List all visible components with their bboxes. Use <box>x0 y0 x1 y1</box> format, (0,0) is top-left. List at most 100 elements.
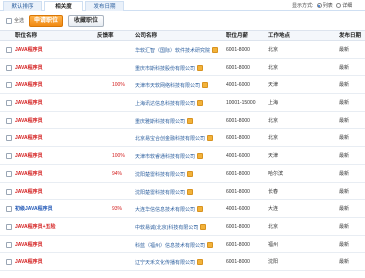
company-name: 中软易诚(北京)科技有限公司 <box>135 224 199 231</box>
detail-view-radio[interactable] <box>336 3 342 8</box>
job-title-link[interactable]: JAVA程序员 <box>15 189 43 195</box>
company-name: 辽宁天禾文化传播有限公司 <box>135 260 196 267</box>
display-mode-label: 显示方式: <box>292 3 314 9</box>
table-row: 初级JAVA程序员 93% 大连华信信息技术有限公司 4001-6000 大连 最新 <box>0 200 365 218</box>
company-link[interactable]: 中软易诚(北京)科技有限公司 <box>135 223 207 231</box>
salary: 10001-15000 <box>226 100 256 107</box>
table-row: JAVA程序员 科蓝（福州）信息技术有限公司 6001-8000 福州 最新 <box>0 236 365 254</box>
company-link[interactable]: 天津市软睿通科技有限公司 <box>135 153 204 160</box>
salary: 6001-8000 <box>226 223 250 230</box>
table-row: JAVA程序员 华软汇智（国际）软件技术研究院 6001-8000 北京 最新 <box>0 41 365 59</box>
row-checkbox[interactable] <box>6 241 12 248</box>
publish-date: 最新 <box>339 100 350 107</box>
company-link[interactable]: 大连华信信息技术有限公司 <box>135 206 204 214</box>
job-title-link[interactable]: JAVA程序员 <box>15 242 43 248</box>
row-checkbox[interactable] <box>6 259 12 266</box>
publish-date: 最新 <box>339 206 350 213</box>
col-publish-date: 发布日期 <box>339 33 362 39</box>
location: 长春 <box>268 188 279 195</box>
verified-badge-icon <box>187 170 194 177</box>
row-checkbox[interactable] <box>6 64 12 71</box>
tab-default-sort[interactable]: 默认排序 <box>3 1 42 11</box>
location: 北京 <box>268 64 279 71</box>
row-checkbox[interactable] <box>6 153 12 160</box>
salary: 4001-6000 <box>226 206 250 213</box>
row-checkbox[interactable] <box>6 117 12 124</box>
company-name: 天津市天软网络科技有限公司 <box>135 83 201 90</box>
company-link[interactable]: 科蓝（福州）信息技术有限公司 <box>135 241 214 249</box>
publish-date: 最新 <box>339 135 350 142</box>
job-title-link[interactable]: JAVA程序员 <box>15 259 43 265</box>
row-checkbox[interactable] <box>6 100 12 107</box>
salary: 6001-8000 <box>226 259 250 266</box>
salary: 6001-8000 <box>226 170 250 177</box>
company-link[interactable]: 上海讯达信息科技有限公司 <box>135 100 204 108</box>
company-link[interactable]: 重庆雅斯科技有限公司 <box>135 117 194 125</box>
publish-date: 最新 <box>339 223 350 230</box>
job-title-link[interactable]: JAVA程序员 <box>15 47 43 53</box>
company-name: 上海讯达信息科技有限公司 <box>135 101 196 108</box>
salary: 6001-8000 <box>226 135 250 142</box>
company-link[interactable]: 天津市天软网络科技有限公司 <box>135 82 209 90</box>
row-checkbox[interactable] <box>6 82 12 89</box>
job-title-link[interactable]: JAVA程序员 <box>15 65 43 71</box>
apply-job-button[interactable]: 申请职位 <box>29 15 63 27</box>
display-mode: 显示方式: 列表 详细 <box>292 2 352 9</box>
company-link[interactable]: 沈阳楚雷科技有限公司 <box>135 188 194 196</box>
row-checkbox[interactable] <box>6 170 12 177</box>
publish-date: 最新 <box>339 188 350 195</box>
row-checkbox[interactable] <box>6 188 12 195</box>
location: 北京 <box>268 47 279 53</box>
company-link[interactable]: 华软汇智（国际）软件技术研究院 <box>135 47 219 54</box>
salary: 6001-8000 <box>226 117 250 124</box>
job-list: JAVA程序员 华软汇智（国际）软件技术研究院 6001-8000 北京 最新 JAVA程… <box>0 41 365 271</box>
publish-date: 最新 <box>339 82 350 89</box>
verified-badge-icon <box>202 82 209 89</box>
job-title-link[interactable]: JAVA程序员 <box>15 171 43 177</box>
sort-tab-bar: 默认排序 相关度 发布日期 显示方式: 列表 详细 <box>0 0 365 11</box>
row-checkbox[interactable] <box>6 47 12 53</box>
location: 沈阳 <box>268 259 279 266</box>
tab-publish-date[interactable]: 发布日期 <box>85 1 124 11</box>
location: 天津 <box>268 153 279 160</box>
table-row: JAVA程序员 100% 天津市天软网络科技有限公司 4001-6000 天津 最新 <box>0 76 365 95</box>
table-row: JAVA程序员 重庆雅斯科技有限公司 6001-8000 北京 最新 <box>0 112 365 130</box>
job-title-link[interactable]: JAVA程序员 <box>15 135 43 141</box>
publish-date: 最新 <box>339 117 350 124</box>
tab-relevance[interactable]: 相关度 <box>44 1 83 11</box>
company-name: 沈阳楚雷科技有限公司 <box>135 189 186 196</box>
job-title-link[interactable]: JAVA程序员+五险 <box>15 224 56 230</box>
job-title-link[interactable]: JAVA程序员 <box>15 100 43 106</box>
list-view-radio[interactable] <box>316 3 322 8</box>
company-link[interactable]: 辽宁天禾文化传播有限公司 <box>135 259 204 267</box>
location: 北京 <box>268 117 279 124</box>
verified-badge-icon <box>197 259 204 266</box>
table-row: JAVA程序员 上海讯达信息科技有限公司 10001-15000 上海 最新 <box>0 94 365 112</box>
list-view-label: 列表 <box>322 3 333 9</box>
job-title-link[interactable]: 初级JAVA程序员 <box>15 206 53 212</box>
table-header: 职位名称 反馈率 公司名称 职位月薪 工作地点 发布日期 <box>0 30 365 41</box>
table-row: JAVA程序员 94% 沈阳楚雷科技有限公司 6001-8000 哈尔滨 最新 <box>0 165 365 183</box>
row-checkbox[interactable] <box>6 206 12 213</box>
job-title-link[interactable]: JAVA程序员 <box>15 118 43 124</box>
location: 北京 <box>268 135 279 142</box>
col-job-title: 职位名称 <box>15 33 38 39</box>
select-all-checkbox[interactable] <box>6 18 12 24</box>
company-link[interactable]: 沈阳楚雷科技有限公司 <box>135 170 194 178</box>
company-link[interactable]: 北京易宝合创金融科技有限公司 <box>135 135 214 142</box>
company-link[interactable]: 重庆市斯科技股份有限公司 <box>135 64 204 72</box>
feedback-rate: 100% <box>112 153 125 160</box>
salary: 4001-6000 <box>226 82 250 89</box>
salary: 4001-6000 <box>226 153 250 160</box>
job-title-link[interactable]: JAVA程序员 <box>15 82 43 88</box>
select-all-label: 全选 <box>14 18 25 24</box>
row-checkbox[interactable] <box>6 223 12 230</box>
location: 天津 <box>268 82 279 89</box>
row-checkbox[interactable] <box>6 135 12 142</box>
publish-date: 最新 <box>339 64 350 71</box>
job-title-link[interactable]: JAVA程序员 <box>15 153 43 159</box>
favorite-job-button[interactable]: 收藏职位 <box>68 15 104 27</box>
feedback-rate: 100% <box>112 82 125 89</box>
table-row: JAVA程序员 辽宁天禾文化传播有限公司 6001-8000 沈阳 最新 <box>0 253 365 271</box>
company-name: 大连华信信息技术有限公司 <box>135 207 196 214</box>
